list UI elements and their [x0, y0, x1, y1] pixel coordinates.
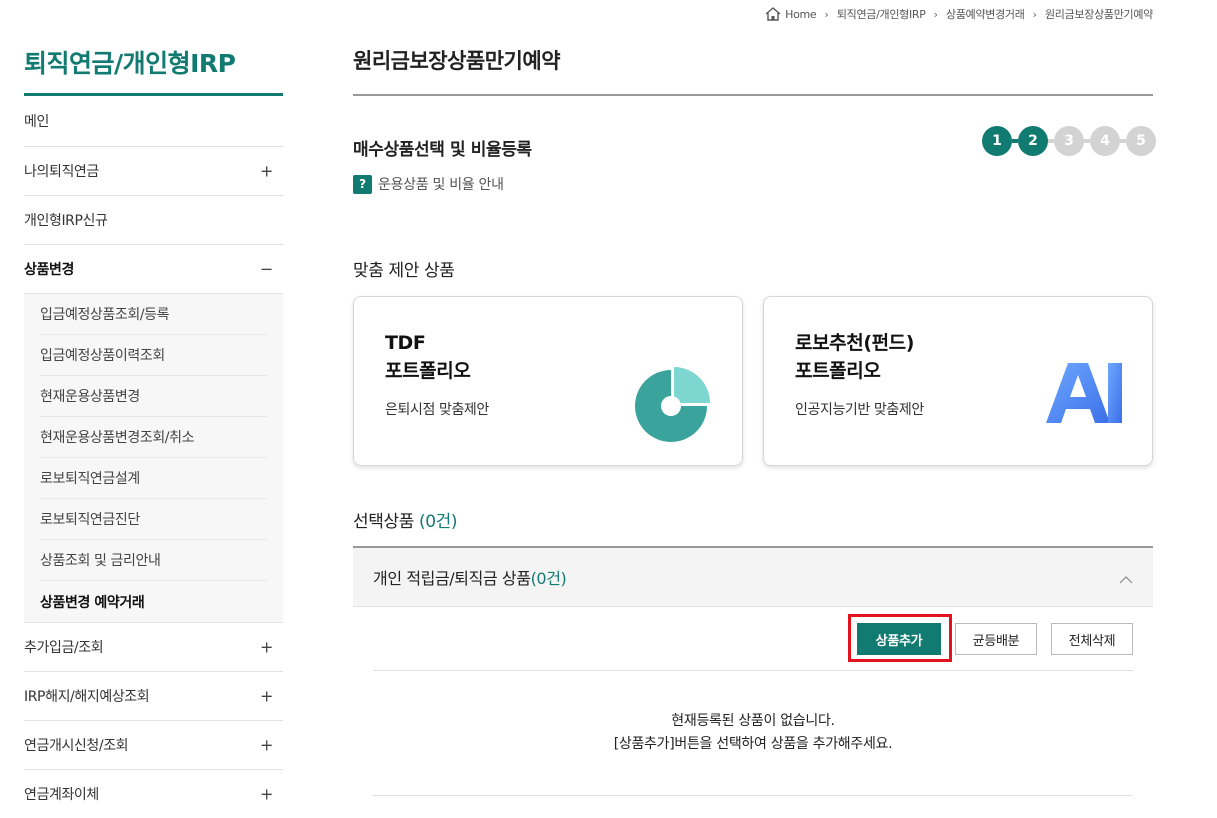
plus-icon[interactable]: +: [260, 162, 273, 181]
empty-message: 현재등록된 상품이 없습니다.: [671, 713, 835, 729]
add-product-button[interactable]: 상품추가: [848, 614, 952, 662]
home-icon[interactable]: [765, 7, 781, 21]
submenu-item[interactable]: 입금예정상품조회/등록: [40, 294, 267, 335]
robo-portfolio-card[interactable]: 로보추천(펀드) 포트폴리오 인공지능기반 맞춤제안: [763, 296, 1153, 466]
question-icon: ?: [353, 174, 372, 194]
chevron-right-icon: ›: [933, 7, 938, 21]
chevron-up-icon[interactable]: [1119, 573, 1133, 587]
sidebar-item-label: 나의퇴직연금: [24, 164, 99, 180]
recommendation-title: 맞춤 제안 상품: [353, 261, 455, 281]
sidebar-item-irp-cancel[interactable]: IRP해지/해지예상조회 +: [24, 672, 283, 721]
breadcrumb-home[interactable]: Home: [785, 8, 817, 21]
selected-products-title: 선택상품 (0건): [353, 512, 458, 532]
sidebar-title: 퇴직연금/개인형IRP: [24, 44, 283, 96]
divider: [353, 94, 1153, 96]
submenu-item[interactable]: 로보퇴직연금진단: [40, 499, 267, 540]
selected-count: (0건): [418, 512, 458, 532]
tdf-portfolio-card[interactable]: TDF 포트폴리오 은퇴시점 맞춤제안: [353, 296, 743, 466]
guide-link[interactable]: ? 운용상품 및 비율 안내: [353, 174, 504, 194]
action-buttons: 상품추가 균등배분 전체삭제: [843, 614, 1133, 662]
sidebar: 퇴직연금/개인형IRP 메인 나의퇴직연금 + 개인형IRP신규 상품변경 − …: [24, 44, 283, 818]
submenu-item[interactable]: 로보퇴직연금설계: [40, 458, 267, 499]
minus-icon[interactable]: −: [260, 260, 273, 279]
breadcrumb-item[interactable]: 퇴직연금/개인형IRP: [837, 6, 926, 22]
submenu-item[interactable]: 현재운용상품변경조회/취소: [40, 417, 267, 458]
sidebar-item-label: IRP해지/해지예상조회: [24, 689, 150, 705]
sidebar-item-label: 연금개시신청/조회: [24, 738, 129, 754]
sidebar-submenu: 입금예정상품조회/등록 입금예정상품이력조회 현재운용상품변경 현재운용상품변경…: [24, 294, 283, 623]
guide-link-label: 운용상품 및 비율 안내: [378, 177, 504, 193]
sidebar-item-pension-start[interactable]: 연금개시신청/조회 +: [24, 721, 283, 770]
step-1: 1: [982, 126, 1012, 156]
card-title: TDF 포트폴리오: [385, 332, 471, 382]
step-indicator: 1 2 3 4 5: [982, 126, 1156, 156]
step-5: 5: [1126, 126, 1156, 156]
sidebar-item-product-change[interactable]: 상품변경 −: [24, 245, 283, 294]
breadcrumb-item: 원리금보장상품만기예약: [1044, 8, 1153, 21]
chevron-right-icon: ›: [1032, 7, 1037, 21]
breadcrumb: Home › 퇴직연금/개인형IRP › 상품예약변경거래 › 원리금보장상품만…: [765, 6, 1153, 22]
submenu-item[interactable]: 상품조회 및 금리안내: [40, 540, 267, 581]
accordion-count: (0건): [530, 569, 567, 588]
step-3: 3: [1054, 126, 1084, 156]
empty-hint: [상품추가]버튼을 선택하여 상품을 추가해주세요.: [613, 736, 893, 752]
accordion-title: 개인 적립금/퇴직금 상품: [373, 569, 531, 588]
plus-icon[interactable]: +: [260, 638, 273, 657]
card-title: 로보추천(펀드) 포트폴리오: [795, 332, 915, 382]
plus-icon[interactable]: +: [260, 785, 273, 804]
sidebar-item-label: 추가입금/조회: [24, 640, 104, 656]
breadcrumb-item[interactable]: 상품예약변경거래: [946, 6, 1025, 22]
step-2: 2: [1018, 126, 1048, 156]
sidebar-item-label: 개인형IRP신규: [24, 213, 108, 229]
card-description: 인공지능기반 맞춤제안: [795, 402, 924, 418]
empty-state: 현재등록된 상품이 없습니다. [상품추가]버튼을 선택하여 상품을 추가해주세…: [373, 670, 1133, 796]
accordion-header[interactable]: 개인 적립금/퇴직금 상품 (0건): [353, 546, 1153, 607]
sidebar-item-account-transfer[interactable]: 연금계좌이체 +: [24, 770, 283, 818]
sidebar-item-deposit[interactable]: 추가입금/조회 +: [24, 623, 283, 672]
plus-icon[interactable]: +: [260, 736, 273, 755]
pie-chart-icon: [635, 367, 710, 442]
plus-icon[interactable]: +: [260, 687, 273, 706]
sidebar-item-label: 상품변경: [24, 262, 74, 278]
delete-all-button[interactable]: 전체삭제: [1051, 623, 1133, 655]
ai-icon: [1046, 363, 1122, 423]
section-title: 매수상품선택 및 비율등록: [353, 140, 532, 160]
card-description: 은퇴시점 맞춤제안: [385, 402, 489, 418]
equal-distribute-button[interactable]: 균등배분: [955, 623, 1037, 655]
sidebar-item-label: 연금계좌이체: [24, 787, 99, 803]
sidebar-item-my-pension[interactable]: 나의퇴직연금 +: [24, 147, 283, 196]
sidebar-item-label: 메인: [24, 114, 49, 130]
highlight-box: [848, 614, 952, 662]
submenu-item-current[interactable]: 상품변경 예약거래: [40, 581, 267, 622]
page-title: 원리금보장상품만기예약: [353, 49, 561, 73]
sidebar-item-main[interactable]: 메인: [24, 96, 283, 147]
product-accordion: 개인 적립금/퇴직금 상품 (0건) 상품추가 균등배분 전체삭제 현재등록된 …: [353, 546, 1153, 796]
sidebar-item-irp-new[interactable]: 개인형IRP신규: [24, 196, 283, 245]
submenu-item[interactable]: 현재운용상품변경: [40, 376, 267, 417]
step-4: 4: [1090, 126, 1120, 156]
submenu-item[interactable]: 입금예정상품이력조회: [40, 335, 267, 376]
chevron-right-icon: ›: [824, 7, 829, 21]
